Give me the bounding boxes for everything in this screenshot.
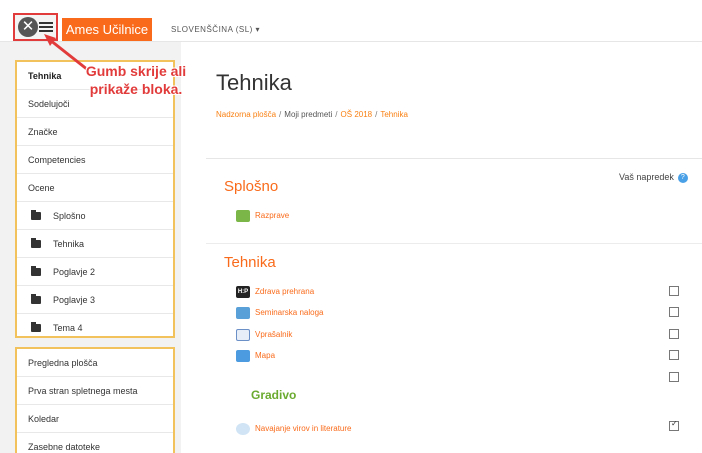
nav-item-section-poglavje-3[interactable]: Poglavje 3 [17,286,173,314]
activity-label: Vprašalnik [255,330,293,339]
nav-item-private-files[interactable]: Zasebne datoteke [17,433,173,453]
callout-line-2: prikaže bloka. [89,81,183,97]
page-header: Tehnika Nadzorna plošča / Moji predmeti / OŠ… [206,50,702,138]
nav-item-section-splosno[interactable]: Splošno [17,202,173,230]
nav-item-label: Zasebne datoteke [28,442,101,452]
breadcrumb-category[interactable]: OŠ 2018 [341,110,373,119]
activity-forum[interactable]: Razprave [236,208,289,224]
completion-checkbox[interactable] [669,350,679,360]
breadcrumb-separator: / [279,110,282,119]
activity-label: Mapa [255,351,276,360]
course-nav-block: Tehnika Sodelujoči Značke Competencies O… [15,60,175,338]
nav-item-label: Poglavje 2 [53,267,96,277]
breadcrumb-separator: / [335,110,338,119]
breadcrumb-course[interactable]: Tehnika [380,110,408,119]
completion-checkbox[interactable] [669,372,679,382]
completion-checkbox-checked[interactable] [669,419,679,431]
activity-label: Razprave [255,211,290,220]
completion-checkbox[interactable] [669,286,679,296]
hp-icon: H:P [236,285,250,298]
progress-label: Vaš napredek [619,172,674,182]
folder-icon [31,322,41,332]
nav-item-section-tehnika[interactable]: Tehnika [17,230,173,258]
nav-item-label: Ocene [28,183,55,193]
nav-item-competencies[interactable]: Competencies [17,146,173,174]
nav-item-label: Značke [28,127,58,137]
site-nav-block: Pregledna plošča Prva stran spletnega me… [15,347,175,453]
nav-item-label: Tehnika [28,71,62,81]
breadcrumb: Nadzorna plošča / Moji predmeti / OŠ 2018/Te… [216,110,408,119]
section-title-splosno: Splošno [224,178,279,195]
activity-label: Seminarska naloga [255,308,324,317]
nav-item-label: Competencies [28,155,86,165]
drawer-toggle-button[interactable]: ✕ [13,13,58,41]
nav-item-dashboard[interactable]: Pregledna plošča [17,349,173,377]
site-brand-button[interactable]: Ames Učilnice [62,18,152,41]
activity-assignment[interactable]: Seminarska naloga [236,305,323,321]
nav-item-label: Pregledna plošča [28,358,98,368]
help-icon[interactable]: ? [677,172,688,183]
breadcrumb-dashboard[interactable]: Nadzorna plošča [216,110,276,119]
quiz-icon [236,328,250,341]
nav-item-section-poglavje-2[interactable]: Poglavje 2 [17,258,173,286]
completion-checkbox[interactable] [669,307,679,317]
activity-folder[interactable]: Mapa [236,348,275,364]
forum-icon [236,209,250,222]
activity-url[interactable]: Navajanje virov in literature [236,421,352,437]
nav-item-label: Sodelujoči [28,99,70,109]
course-content: Vaš napredek? Splošno Razprave Tehnika H… [206,158,702,453]
folder-icon [31,210,41,220]
activity-label: Navajanje virov in literature [255,424,352,433]
nav-item-label: Koledar [28,414,60,424]
breadcrumb-separator: / [375,110,378,119]
nav-item-label: Tehnika [53,239,85,249]
folder-icon [236,349,250,362]
top-navbar: ✕ Ames Učilnice SLOVENŠČINA (SL) ▾ [0,0,702,42]
page-title: Tehnika [216,70,292,95]
activity-hp[interactable]: H:P Zdrava prehrana [236,284,314,300]
section-divider [206,243,702,244]
nav-item-label: Splošno [53,211,86,221]
hamburger-icon [39,22,53,32]
nav-item-label: Poglavje 3 [53,295,96,305]
nav-item-grades[interactable]: Ocene [17,174,173,202]
nav-item-label: Prva stran spletnega mesta [28,386,138,396]
breadcrumb-my-courses[interactable]: Moji predmeti [284,110,332,119]
folder-icon [31,238,41,248]
nav-item-site-home[interactable]: Prva stran spletnega mesta [17,377,173,405]
folder-icon [31,294,41,304]
nav-item-badges[interactable]: Značke [17,118,173,146]
nav-item-label: Tema 4 [53,323,83,333]
assignment-icon [236,306,250,319]
nav-item-section-tema-4[interactable]: Tema 4 [17,314,173,342]
completion-checkbox[interactable] [669,329,679,339]
activity-quiz[interactable]: Vprašalnik [236,327,292,343]
label-gradivo: Gradivo [251,388,297,402]
nav-drawer: Tehnika Sodelujoči Značke Competencies O… [0,42,181,453]
url-icon [236,422,250,435]
section-title-tehnika: Tehnika [224,254,276,271]
close-icon: ✕ [18,17,38,37]
progress-indicator: Vaš napredek? [619,172,688,183]
callout-line-1: Gumb skrije ali [85,63,187,79]
language-menu[interactable]: SLOVENŠČINA (SL) ▾ [171,25,260,34]
callout-annotation: Gumb skrije ali prikaže bloka. [76,62,196,98]
nav-item-calendar[interactable]: Koledar [17,405,173,433]
activity-label: Zdrava prehrana [255,287,315,296]
folder-icon [31,266,41,276]
